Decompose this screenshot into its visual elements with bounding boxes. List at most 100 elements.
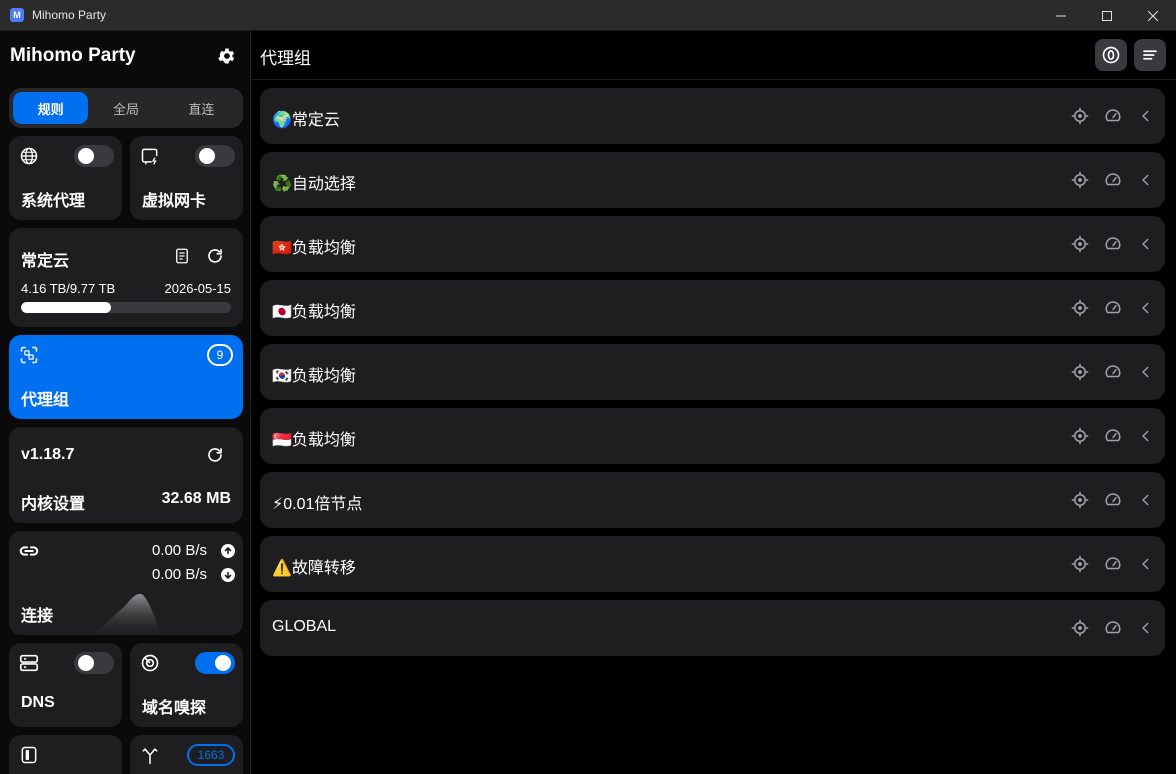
proxy-group-row[interactable]: 🇸🇬负载均衡 [260, 408, 1165, 464]
expand-button[interactable] [1136, 298, 1156, 318]
fork-icon [139, 744, 161, 766]
virtual-nic-card[interactable]: 虚拟网卡 [130, 136, 243, 220]
core-card[interactable]: v1.18.7 内核设置 32.68 MB [9, 427, 243, 523]
proxy-group-name: 🇰🇷负载均衡 [272, 368, 356, 385]
speedometer-icon [1105, 365, 1121, 378]
expand-button[interactable] [1136, 106, 1156, 126]
proxy-group-row[interactable]: ♻️自动选择 [260, 152, 1165, 208]
proxy-group-row[interactable]: 🇰🇷负载均衡 [260, 344, 1165, 400]
proxy-group-row[interactable]: 🇭🇰负载均衡 [260, 216, 1165, 272]
chevron-left-icon [1142, 622, 1149, 634]
locate-button[interactable] [1070, 618, 1090, 638]
core-memory: 32.68 MB [161, 490, 231, 507]
chevron-left-icon [1142, 174, 1149, 186]
delay-test-button[interactable] [1103, 490, 1123, 510]
expand-button[interactable] [1136, 618, 1156, 638]
virtual-nic-toggle[interactable] [195, 145, 235, 167]
speedometer-icon [1105, 493, 1121, 506]
maximize-button[interactable] [1084, 0, 1130, 31]
expand-button[interactable] [1136, 170, 1156, 190]
proxy-group-row[interactable]: GLOBAL [260, 600, 1165, 656]
mode-direct-tab[interactable]: 直连 [164, 92, 239, 124]
crosshair-icon [1071, 555, 1089, 573]
sniffer-card[interactable]: 域名嗅探 [130, 643, 243, 727]
locate-button[interactable] [1070, 490, 1090, 510]
expand-button[interactable] [1136, 234, 1156, 254]
refresh-icon [208, 448, 222, 462]
crosshair-icon [1071, 363, 1089, 381]
crosshair-icon [1071, 619, 1089, 637]
main-panel: 代理组 🌍常定云 ♻️自动选择 🇭🇰负载均衡 🇯🇵负载均衡 🇰🇷负载均衡 🇸🇬负… [252, 31, 1176, 774]
virtual-nic-label: 虚拟网卡 [142, 193, 207, 210]
locate-button[interactable] [1070, 554, 1090, 574]
settings-button[interactable] [216, 45, 238, 67]
profile-refresh-button[interactable] [204, 245, 226, 267]
crosshair-icon [1071, 171, 1089, 189]
profile-card[interactable]: 常定云 4.16 TB/9.77 TB 2026-05-15 [9, 228, 243, 327]
dns-label: DNS [21, 694, 55, 711]
proxy-groups-count-badge: 9 [207, 344, 233, 366]
delay-test-button[interactable] [1103, 362, 1123, 382]
minimize-button[interactable] [1038, 0, 1084, 31]
download-arrow-icon [221, 568, 235, 582]
proxy-group-name: 🇯🇵负载均衡 [272, 304, 356, 321]
core-restart-button[interactable] [204, 444, 226, 466]
delay-test-button[interactable] [1103, 234, 1123, 254]
app-logo-icon: M [10, 8, 24, 22]
expand-button[interactable] [1136, 426, 1156, 446]
expand-button[interactable] [1136, 362, 1156, 382]
gear-icon [218, 48, 235, 64]
speedometer-icon [1105, 173, 1121, 186]
display-mode-button[interactable] [1134, 39, 1166, 71]
delay-test-button[interactable] [1103, 298, 1123, 318]
delay-test-button[interactable] [1103, 426, 1123, 446]
proxy-group-row[interactable]: ⚠️故障转移 [260, 536, 1165, 592]
delay-test-button[interactable] [1103, 106, 1123, 126]
system-proxy-toggle[interactable] [74, 145, 114, 167]
delay-test-button[interactable] [1103, 618, 1123, 638]
sniffer-toggle[interactable] [195, 652, 235, 674]
core-version: v1.18.7 [21, 446, 75, 463]
crosshair-icon [1071, 235, 1089, 253]
locate-button[interactable] [1070, 426, 1090, 446]
profile-usage-bar [21, 302, 231, 313]
system-proxy-label: 系统代理 [21, 193, 86, 210]
rules-card[interactable]: 1663 [130, 735, 243, 774]
proxy-group-row[interactable]: 🌍常定云 [260, 88, 1165, 144]
mode-rule-tab[interactable]: 规则 [13, 92, 89, 124]
proxy-groups-card[interactable]: 9 代理组 [9, 335, 243, 419]
number-zero-icon [1102, 46, 1120, 64]
locate-button[interactable] [1070, 234, 1090, 254]
link-icon [18, 540, 40, 562]
delay-test-button[interactable] [1103, 170, 1123, 190]
mode-global-tab[interactable]: 全局 [88, 92, 163, 124]
page-title: 代理组 [260, 49, 311, 68]
rules-count-badge: 1663 [187, 744, 235, 766]
connections-card[interactable]: 0.00 B/s 0.00 B/s 连接 [9, 531, 243, 635]
globe-icon [18, 145, 40, 167]
speedometer-icon [1105, 109, 1121, 122]
profile-name: 常定云 [21, 253, 70, 270]
locate-button[interactable] [1070, 170, 1090, 190]
delay-sort-button[interactable] [1095, 39, 1127, 71]
speedometer-icon [1105, 301, 1121, 314]
system-proxy-card[interactable]: 系统代理 [9, 136, 122, 220]
chevron-left-icon [1142, 110, 1149, 122]
window-controls [1038, 0, 1176, 31]
locate-button[interactable] [1070, 106, 1090, 126]
delay-test-button[interactable] [1103, 554, 1123, 574]
proxy-group-row[interactable]: 🇯🇵负载均衡 [260, 280, 1165, 336]
expand-button[interactable] [1136, 490, 1156, 510]
close-button[interactable] [1130, 0, 1176, 31]
expand-button[interactable] [1136, 554, 1156, 574]
proxy-group-name: 🌍常定云 [272, 112, 340, 129]
dns-card[interactable]: DNS [9, 643, 122, 727]
resources-card[interactable] [9, 735, 122, 774]
profile-edit-button[interactable] [171, 245, 193, 267]
locate-button[interactable] [1070, 362, 1090, 382]
locate-button[interactable] [1070, 298, 1090, 318]
proxy-group-name: 🇸🇬负载均衡 [272, 432, 356, 449]
dns-toggle[interactable] [74, 652, 114, 674]
chevron-left-icon [1142, 302, 1149, 314]
proxy-group-row[interactable]: ⚡0.01倍节点 [260, 472, 1165, 528]
